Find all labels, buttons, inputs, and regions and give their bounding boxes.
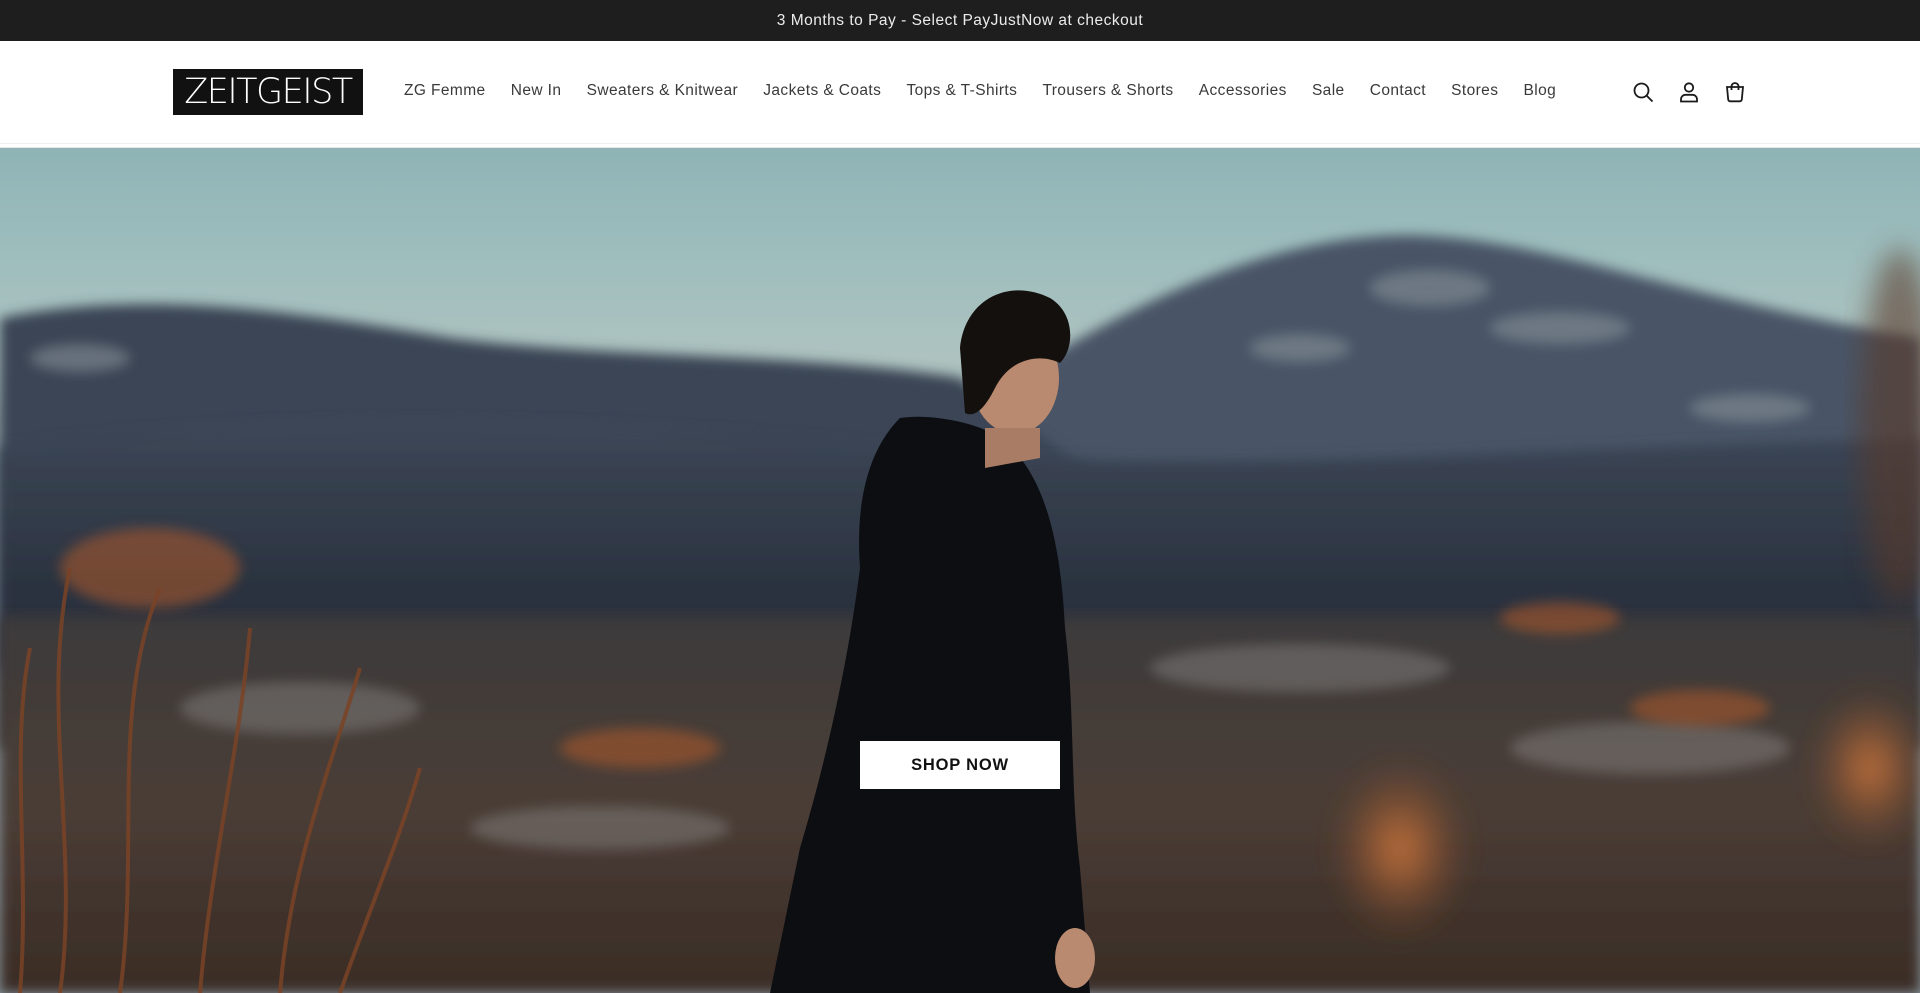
nav-item-blog[interactable]: Blog <box>1511 82 1569 100</box>
site-header: ZEITGEIST ZG Femme New In Sweaters & Kni… <box>0 41 1920 148</box>
logo-text: ZEITGEIST <box>184 71 353 112</box>
hero-banner: SHOP NOW <box>0 148 1920 993</box>
nav-item-stores[interactable]: Stores <box>1439 82 1511 100</box>
main-nav: ZG Femme New In Sweaters & Knitwear Jack… <box>404 41 1569 141</box>
shop-now-button[interactable]: SHOP NOW <box>860 741 1060 789</box>
brand-logo[interactable]: ZEITGEIST <box>173 69 363 115</box>
nav-item-contact[interactable]: Contact <box>1357 82 1438 100</box>
account-icon <box>1680 82 1698 103</box>
announcement-text: 3 Months to Pay - Select PayJustNow at c… <box>776 11 1144 29</box>
nav-item-trousers-shorts[interactable]: Trousers & Shorts <box>1030 82 1186 100</box>
nav-item-tops-tshirts[interactable]: Tops & T-Shirts <box>894 82 1030 100</box>
nav-item-jackets-coats[interactable]: Jackets & Coats <box>751 82 894 100</box>
search-icon <box>1633 82 1654 103</box>
nav-item-accessories[interactable]: Accessories <box>1186 82 1299 100</box>
nav-item-new-in[interactable]: New In <box>498 82 574 100</box>
nav-item-sale[interactable]: Sale <box>1299 82 1357 100</box>
announcement-bar: 3 Months to Pay - Select PayJustNow at c… <box>0 0 1920 41</box>
hero-image <box>0 148 1920 993</box>
cart-icon <box>1726 82 1744 103</box>
cart-button[interactable] <box>1712 74 1758 110</box>
header-icons <box>1620 74 1758 110</box>
account-button[interactable] <box>1666 74 1712 110</box>
nav-item-sweaters-knitwear[interactable]: Sweaters & Knitwear <box>574 82 751 100</box>
nav-item-zg-femme[interactable]: ZG Femme <box>404 82 498 100</box>
search-button[interactable] <box>1620 74 1666 110</box>
